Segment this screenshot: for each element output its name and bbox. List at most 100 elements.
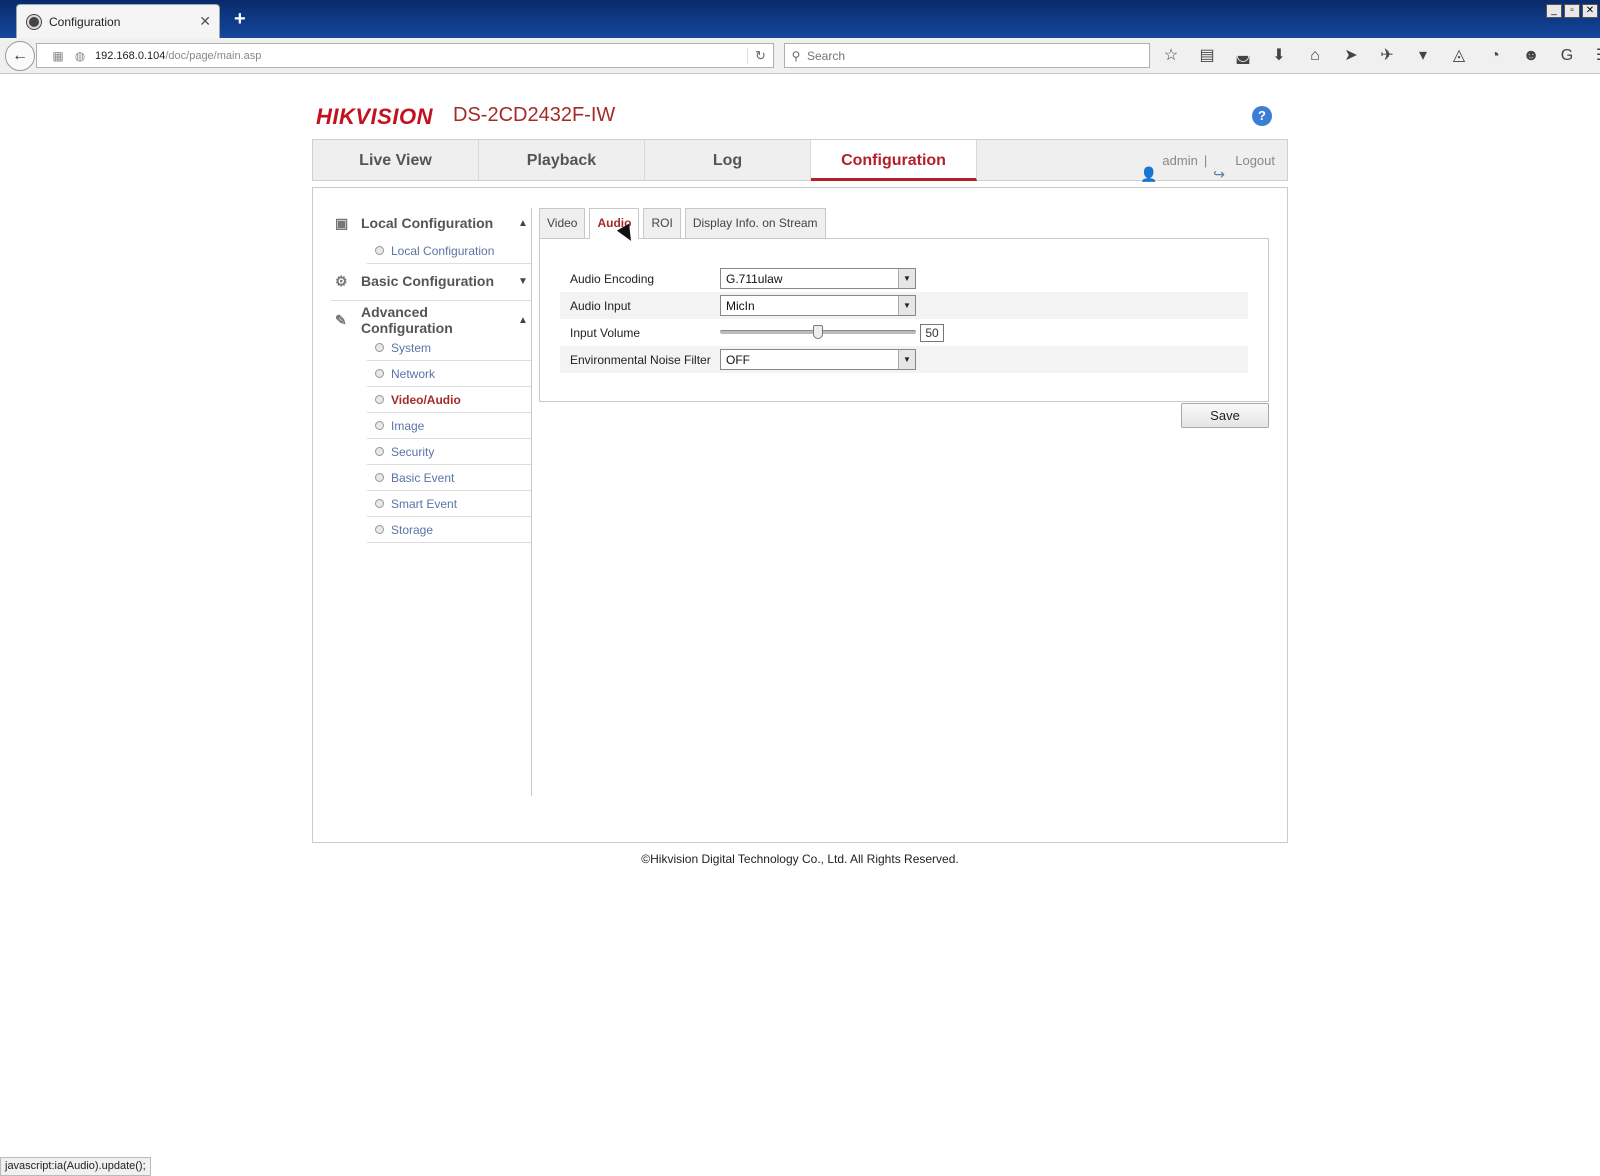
page-info-icon[interactable]: ▦ [47,49,69,63]
sidebar-item-label: Video/Audio [391,392,461,407]
subtab-display-info[interactable]: Display Info. on Stream [684,208,826,238]
wrench-icon: ✎ [335,312,347,328]
search-bar[interactable]: ⚲ [784,43,1150,68]
back-button[interactable]: ← [5,41,35,71]
send-icon[interactable]: ➤ [1340,44,1362,68]
noise-filter-label: Environmental Noise Filter [570,352,711,367]
bullet-icon [375,447,384,456]
extension-icon[interactable]: ✈ [1376,44,1398,68]
chevron-down-icon[interactable]: ▼ [515,276,531,287]
sidebar-item-network[interactable]: Network [367,361,531,387]
translate-icon[interactable]: G [1556,44,1578,68]
sidebar-item-label: Local Configuration [391,243,495,258]
dropdown-arrow-icon[interactable]: ▼ [898,350,915,369]
subtabs: Video Audio ROI Display Info. on Stream [539,208,1269,239]
browser-navbar: ← ▦ ◍ 192.168.0.104/doc/page/main.asp ↻ … [0,38,1600,74]
audio-encoding-label: Audio Encoding [570,271,655,286]
chevron-up-icon[interactable]: ▲ [515,315,531,326]
url-text[interactable]: 192.168.0.104/doc/page/main.asp [91,50,747,62]
save-button[interactable]: Save [1181,403,1269,428]
sidebar-item-video-audio[interactable]: Video/Audio [367,387,531,413]
audio-input-label: Audio Input [570,298,631,313]
download-icon[interactable]: ⬇ [1268,44,1290,68]
browser-tab[interactable]: Configuration ✕ [16,4,220,38]
sidebar-item-label: Basic Event [391,470,455,485]
site-identity-icon[interactable]: ◍ [69,49,91,63]
overflow-chevron-icon[interactable]: ▾ [1412,44,1434,68]
audio-input-row: Audio Input MicIn ▼ [560,292,1248,319]
url-bar[interactable]: ▦ ◍ 192.168.0.104/doc/page/main.asp ↻ [36,43,774,68]
section-label: Local Configuration [361,215,494,231]
search-input[interactable] [807,48,1149,63]
bullet-icon [375,395,384,404]
sidebar-item-image[interactable]: Image [367,413,531,439]
noise-filter-select[interactable]: OFF ▼ [720,349,916,370]
select-value: OFF [726,352,750,367]
window-close-button[interactable]: ✕ [1582,4,1598,18]
user-separator: | [1203,153,1208,168]
dropdown-arrow-icon[interactable]: ▼ [898,296,915,315]
reading-list-icon[interactable]: ▤ [1196,44,1218,68]
menu-icon[interactable]: ☰ [1592,44,1600,68]
tab-live-view[interactable]: Live View [313,140,479,181]
noise-filter-row: Environmental Noise Filter OFF ▼ [560,346,1248,373]
chevron-up-icon[interactable]: ▲ [515,218,531,229]
url-host: 192.168.0.104 [95,49,166,62]
footer-copyright: ©Hikvision Digital Technology Co., Ltd. … [641,852,959,866]
tab-configuration[interactable]: Configuration [811,140,977,181]
chat-icon[interactable]: ☻ [1520,44,1542,68]
audio-input-select[interactable]: MicIn ▼ [720,295,916,316]
slider-thumb[interactable] [813,325,823,339]
sidebar-item-label: Network [391,366,436,381]
logout-link[interactable]: Logout [1235,140,1275,181]
sidebar-item-security[interactable]: Security [367,439,531,465]
logout-icon[interactable]: ↪ [1213,154,1229,182]
history-icon[interactable]: ◔ [1484,44,1506,68]
subtab-video[interactable]: Video [539,208,586,238]
bullet-icon [375,473,384,482]
audio-encoding-select[interactable]: G.711ulaw ▼ [720,268,916,289]
audio-form: Audio Encoding G.711ulaw ▼ Audio Input M… [539,238,1269,402]
new-tab-button[interactable]: + [234,8,246,31]
tab-favicon-icon [27,14,41,29]
url-path: /doc/page/main.asp [165,49,262,62]
sidebar-item-smart-event[interactable]: Smart Event [367,491,531,517]
select-value: G.711ulaw [726,271,783,286]
sidebar-item-storage[interactable]: Storage [367,517,531,543]
bullet-icon [375,525,384,534]
pocket-icon[interactable]: ◛ [1232,44,1254,68]
minimize-button[interactable]: _ [1546,4,1562,18]
sidebar-section-advanced[interactable]: ✎ Advanced Configuration ▲ [331,304,531,336]
help-icon[interactable]: ? [1252,106,1272,126]
bullet-icon [375,343,384,352]
sidebar-section-local[interactable]: ▣ Local Configuration ▲ [331,208,531,238]
restore-button[interactable]: ▫ [1564,4,1580,18]
sidebar: ▣ Local Configuration ▲ Local Configurat… [331,208,532,796]
tab-playback[interactable]: Playback [479,140,645,181]
sync-icon[interactable]: ◬ [1448,44,1470,68]
input-volume-slider[interactable] [720,322,916,343]
content-area: Video Audio ROI Display Info. on Stream … [539,208,1269,428]
basic-config-icon: ⚙ [335,273,348,289]
tab-log[interactable]: Log [645,140,811,181]
section-label: Advanced Configuration [361,304,453,336]
local-config-icon: ▣ [335,215,349,231]
sidebar-item-system[interactable]: System [367,335,531,361]
tab-title: Configuration [49,14,121,29]
sidebar-item-local-configuration[interactable]: Local Configuration [367,238,531,264]
tab-close-icon[interactable]: ✕ [199,13,211,30]
reload-icon[interactable]: ↻ [747,47,773,64]
brand-logo: HIKVISION [316,104,433,129]
bookmark-star-icon[interactable]: ☆ [1160,44,1182,68]
subtab-roi[interactable]: ROI [643,208,681,238]
sidebar-item-basic-event[interactable]: Basic Event [367,465,531,491]
sidebar-section-basic[interactable]: ⚙ Basic Configuration ▼ [331,266,531,296]
dropdown-arrow-icon[interactable]: ▼ [898,269,915,288]
home-icon[interactable]: ⌂ [1304,44,1326,68]
bullet-icon [375,246,384,255]
audio-encoding-row: Audio Encoding G.711ulaw ▼ [560,265,1248,292]
input-volume-value[interactable]: 50 [920,323,944,342]
config-container: ▣ Local Configuration ▲ Local Configurat… [312,187,1288,843]
browser-titlebar: Configuration ✕ + _ ▫ ✕ [0,0,1600,38]
sidebar-item-label: Image [391,418,425,433]
